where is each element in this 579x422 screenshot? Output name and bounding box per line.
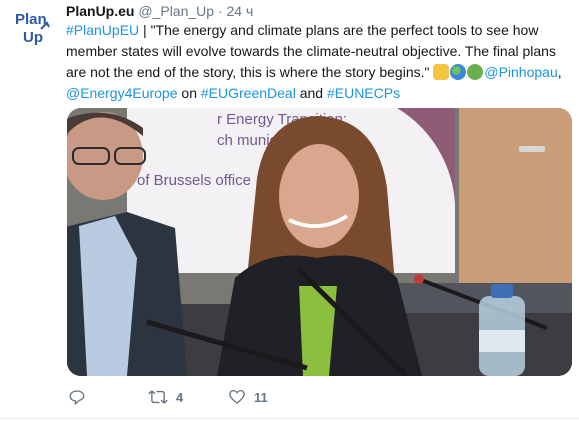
slide-line-3: of Brussels office	[137, 172, 251, 189]
tweet-header: PlanUp.eu @_Plan_Up · 24 ч	[66, 2, 574, 20]
pipe-separator: |	[139, 22, 151, 38]
planup-logo: Plan Up	[15, 11, 50, 46]
separator: ·	[217, 3, 223, 19]
on-word: on	[177, 85, 201, 101]
tweet-divider	[0, 418, 579, 419]
mention-energy4europe[interactable]: @Energy4Europe	[66, 85, 178, 101]
retweet-icon	[148, 390, 168, 404]
and-word: and	[295, 85, 327, 101]
author-name[interactable]: PlanUp.eu	[66, 3, 134, 19]
heart-icon	[229, 389, 245, 404]
comma: ,	[557, 64, 562, 80]
hashtag-planupeu[interactable]: #PlanUpEU	[66, 22, 139, 38]
like-count: 11	[254, 389, 268, 405]
reply-icon	[69, 390, 85, 406]
tweet-body: PlanUp.eu @_Plan_Up · 24 ч #PlanUpEU | "…	[66, 2, 574, 104]
hashtag-eunecps[interactable]: #EUNECPs	[327, 85, 400, 101]
retweet-button[interactable]: 4	[148, 388, 183, 406]
timestamp[interactable]: 24 ч	[227, 3, 254, 19]
retweet-count: 4	[176, 389, 184, 405]
mention-pinhopau[interactable]: @Pinhopau	[484, 64, 557, 80]
avatar[interactable]: Plan Up	[10, 4, 56, 50]
tweet-text: #PlanUpEU | "The energy and climate plan…	[66, 20, 574, 104]
flexed-biceps-emoji-icon	[433, 64, 450, 80]
hashtag-eugreendeal[interactable]: #EUGreenDeal	[201, 85, 296, 101]
like-button[interactable]: 11	[228, 388, 268, 406]
conference-photo: r Energy Transition: ch municipalities o…	[67, 108, 572, 376]
svg-text:Up: Up	[23, 29, 43, 46]
svg-text:Plan: Plan	[15, 11, 47, 28]
reply-button[interactable]	[68, 388, 94, 406]
tweet-photo[interactable]: r Energy Transition: ch municipalities o…	[67, 108, 572, 376]
author-handle[interactable]: @_Plan_Up	[138, 3, 214, 19]
globe-emoji-icon	[450, 64, 467, 80]
green-heart-emoji-icon	[467, 64, 484, 80]
